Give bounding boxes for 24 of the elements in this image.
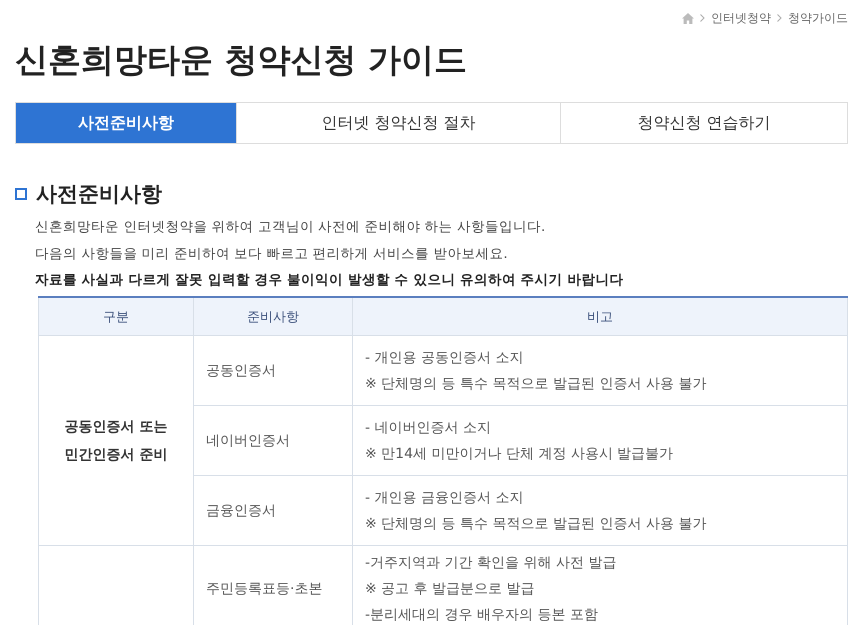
square-bullet-icon — [15, 188, 27, 200]
notes-cell: - 개인용 공동인증서 소지 ※ 단체명의 등 특수 목적으로 발급된 인증서 사용 불가 — [352, 336, 848, 406]
table-cell: 금융인증서 — [194, 476, 352, 546]
page-title: 신혼희망타운 청약신청 가이드 — [15, 40, 468, 80]
column-header: 준비사항 — [194, 297, 352, 336]
tab[interactable]: 청약신청 연습하기 — [560, 103, 847, 143]
table-cell: 네이버인증서 — [194, 406, 352, 476]
column-header: 구분 — [38, 297, 194, 336]
description-text: 신혼희망타운 인터넷청약을 위하여 고객님이 사전에 준비해야 하는 사항들입니다. — [35, 218, 546, 237]
home-icon[interactable] — [682, 12, 694, 24]
chevron-right-icon — [777, 14, 782, 22]
chevron-right-icon — [700, 14, 705, 22]
tab[interactable]: 인터넷 청약신청 절차 — [236, 103, 560, 143]
notes-cell: - 네이버인증서 소지 ※ 만14세 미만이거나 단체 계정 사용시 발급불가 — [352, 406, 848, 476]
notes-cell: - 개인용 금융인증서 소지 ※ 단체명의 등 특수 목적으로 발급된 인증서 사용 불가 — [352, 476, 848, 546]
category-cell: 공동인증서 또는 민간인증서 준비 — [38, 336, 194, 546]
description-text: 다음의 사항들을 미리 준비하여 보다 빠르고 편리하게 서비스를 받아보세요. — [35, 245, 509, 264]
section-heading: 사전준비사항 — [36, 181, 162, 208]
tab[interactable]: 사전준비사항 — [16, 103, 236, 143]
column-header: 비고 — [352, 297, 848, 336]
table-cell: 공동인증서 — [194, 336, 352, 406]
breadcrumb-link[interactable]: 청약가이드 — [788, 10, 848, 26]
breadcrumb-link[interactable]: 인터넷청약 — [711, 10, 771, 26]
warning-text: 자료를 사실과 다르게 잘못 입력할 경우 불이익이 발생할 수 있으니 유의하여 주시기 바랍니다 — [35, 271, 624, 290]
